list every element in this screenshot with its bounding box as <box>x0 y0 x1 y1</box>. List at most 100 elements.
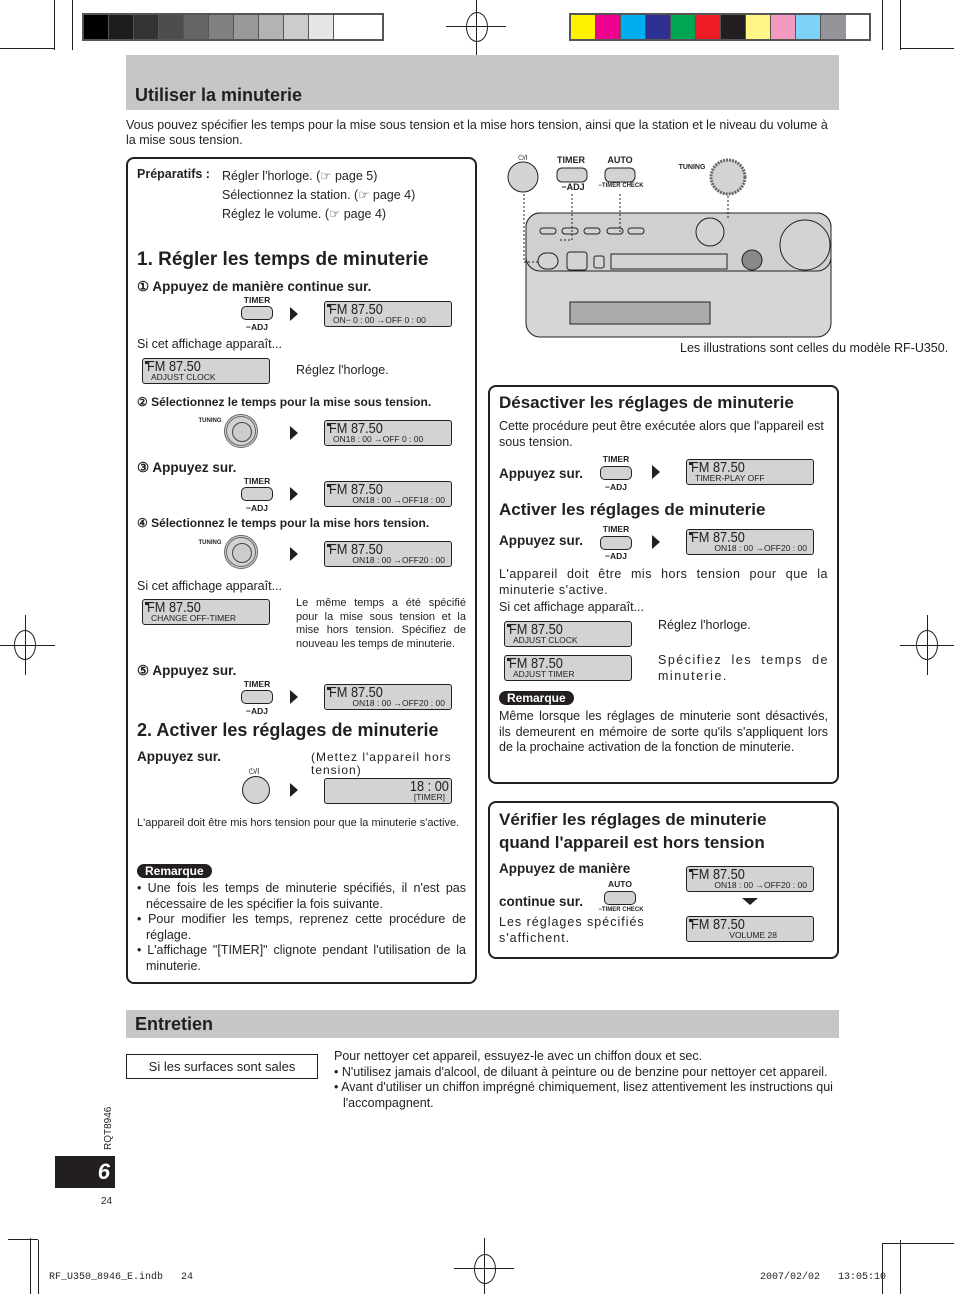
color-swatch <box>621 15 646 39</box>
remark-badge: Remarque <box>499 691 574 705</box>
page-title: Utiliser la minuterie <box>135 85 303 105</box>
arrow-right-icon <box>290 307 298 321</box>
lcd-status: CHANGE OFF-TIMER <box>151 613 236 623</box>
color-swatch <box>796 15 821 39</box>
crop-mark <box>8 1239 38 1240</box>
registration-mark <box>474 1254 496 1284</box>
color-swatch <box>596 15 621 39</box>
lcd-status: TIMER-PLAY OFF <box>695 473 765 483</box>
tuning-label: TUNING <box>678 164 706 171</box>
crop-mark <box>882 0 883 50</box>
maintenance-title: Entretien <box>135 1014 214 1034</box>
color-swatch <box>184 15 209 39</box>
step-2: ② Sélectionnez le temps pour la mise sou… <box>137 395 432 409</box>
color-swatch <box>334 15 359 39</box>
color-swatch <box>134 15 159 39</box>
activate-title: Activer les réglages de minuterie <box>499 500 766 519</box>
tuning-label: TUNING <box>198 540 222 546</box>
color-swatch <box>234 15 259 39</box>
crop-mark <box>30 1238 31 1294</box>
maintenance-label-box: Si les surfaces sont sales <box>126 1054 318 1079</box>
power-button[interactable] <box>242 776 270 804</box>
adj-label: −ADJ <box>246 322 268 332</box>
press-label: Appuyez sur. <box>499 466 584 481</box>
lcd-display: FM 87.50 TIMER-PLAY OFF <box>686 459 814 485</box>
color-swatch <box>721 15 746 39</box>
illustration-caption: Les illustrations sont celles du modèle … <box>680 341 949 355</box>
section-header: Utiliser la minuterie <box>126 55 839 110</box>
crop-mark <box>882 1243 883 1294</box>
adj-label: −ADJ <box>605 482 627 492</box>
lcd-display: FM 87.50 ON18 : 00 →OFF20 : 00 <box>686 866 814 892</box>
remark-item: • L'affichage "[TIMER]" clignote pendant… <box>137 943 466 973</box>
arrow-right-icon <box>290 426 298 440</box>
timer-label: TIMER <box>557 155 585 165</box>
crop-mark <box>900 1240 901 1294</box>
lcd-timer-line: ON− 0 : 00 →OFF 0 : 00 <box>333 315 426 325</box>
lcd-timer-line: ON18 : 00 →OFF18 : 00 <box>352 495 445 505</box>
color-swatch <box>209 15 234 39</box>
remark-text: Même lorsque les réglages de minuterie s… <box>499 709 828 754</box>
color-swatch <box>696 15 721 39</box>
lcd-display: FM 87.50 ON18 : 00 →OFF18 : 00 <box>324 481 452 507</box>
page-ref: page 5) <box>334 169 378 183</box>
maintenance-line: Pour nettoyer cet appareil, essuyez-le a… <box>334 1049 703 1063</box>
file-name: RF_U350_8946_E.indb 24 <box>49 1272 194 1283</box>
timer-adj-button[interactable] <box>600 536 632 550</box>
color-swatch <box>309 15 334 39</box>
hand-pointer-icon: ☞ <box>329 207 344 221</box>
press-continuous-label: Appuyez de manière <box>499 861 631 876</box>
set-clock-text: Réglez l'horloge. <box>658 618 751 632</box>
same-time-note: Le même temps a été spécifié pour la mis… <box>296 597 466 650</box>
tuning-knob[interactable] <box>224 535 258 569</box>
intro-text: Vous pouvez spécifier les temps pour la … <box>126 118 828 147</box>
lcd-display: FM 87.50 ON− 0 : 00 →OFF 0 : 00 <box>324 301 452 327</box>
lcd-display: FM 87.50 ON18 : 00 →OFF 0 : 00 <box>324 420 452 446</box>
remark-item: • Une fois les temps de minuterie spécif… <box>137 881 466 911</box>
device-illustration <box>500 150 840 340</box>
prep-item-text: Réglez le volume. ( <box>222 207 329 221</box>
remarks-list: • Une fois les temps de minuterie spécif… <box>137 881 466 974</box>
timer-label: TIMER <box>602 524 630 534</box>
prep-label: Préparatifs : <box>137 167 210 181</box>
prep-item-text: Sélectionnez la station. ( <box>222 188 359 202</box>
crop-mark <box>38 1240 39 1294</box>
tuning-knob[interactable] <box>224 414 258 448</box>
timer-adj-button[interactable] <box>241 487 273 501</box>
must-off-note: L'appareil doit être mis hors tension po… <box>137 817 460 829</box>
color-swatch <box>259 15 284 39</box>
lcd-display: 18 : 00 [TIMER] <box>324 778 452 804</box>
timer-adj-button[interactable] <box>600 466 632 480</box>
tuning-label: TUNING <box>198 418 222 424</box>
color-swatch <box>746 15 771 39</box>
color-swatch <box>159 15 184 39</box>
auto-timer-check-button[interactable] <box>604 891 636 905</box>
timer-label: TIMER <box>602 454 630 464</box>
color-swatch <box>771 15 796 39</box>
maintenance-bullet: • N'utilisez jamais d'alcool, de diluant… <box>334 1064 828 1079</box>
adj-label: −ADJ <box>561 182 585 192</box>
color-swatch <box>571 15 596 39</box>
arrow-right-icon <box>290 487 298 501</box>
arrow-right-icon <box>290 783 298 797</box>
if-display-text: Si cet affichage apparaît... <box>137 337 283 351</box>
page-number: 24 <box>101 1196 113 1207</box>
adj-label: −ADJ <box>246 706 268 716</box>
hand-pointer-icon: ☞ <box>320 169 335 183</box>
maintenance-bullet: • Avant d'utiliser un chiffon imprégné c… <box>334 1080 833 1110</box>
registration-mark <box>14 630 36 660</box>
timer-adj-button[interactable] <box>241 690 273 704</box>
prep-list: Régler l'horloge. (☞ page 5) Sélectionne… <box>222 167 415 224</box>
page-ref: page 4) <box>343 207 387 221</box>
lcd-status: ADJUST TIMER <box>513 669 575 679</box>
timer-adj-button[interactable] <box>241 306 273 320</box>
lcd-timer-line: ON18 : 00 →OFF20 : 00 <box>352 698 445 708</box>
timer-label: TIMER <box>243 476 271 486</box>
set-clock-text: Réglez l'horloge. <box>296 363 389 377</box>
verify-title-line2: quand l'appareil est hors tension <box>499 833 765 852</box>
color-swatch <box>84 15 109 39</box>
lcd-timer-line: ON18 : 00 →OFF20 : 00 <box>714 880 807 890</box>
maintenance-text: Pour nettoyer cet appareil, essuyez-le a… <box>334 1049 839 1111</box>
color-swatch <box>646 15 671 39</box>
section-1-title: 1. Régler les temps de minuterie <box>137 249 429 270</box>
